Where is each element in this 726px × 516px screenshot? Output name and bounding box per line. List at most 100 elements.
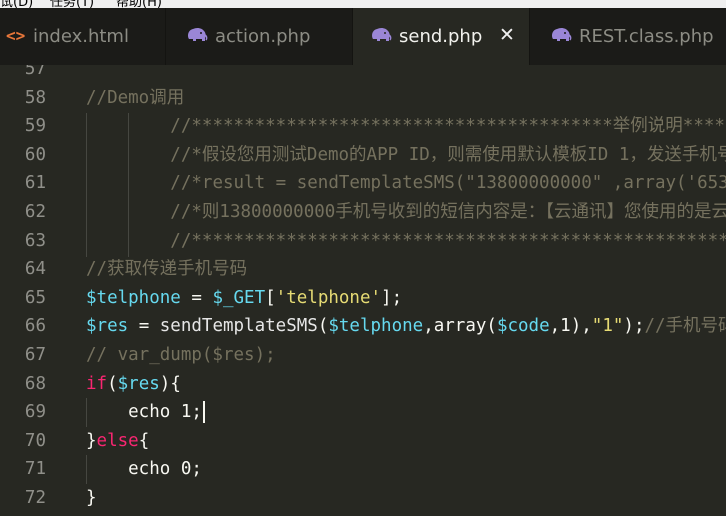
tab-index-html[interactable]: <> index.html [0,8,165,65]
menu-item-debug[interactable]: 试(D) [0,0,33,8]
code-token: // var_dump($res); [86,345,276,365]
code-line[interactable]: 60 //*假设您用测试Demo的APP ID，则需使用默认模板ID 1，发送手… [0,141,726,170]
code-line[interactable]: 61 //*result = sendTemplateSMS("13800000… [0,169,726,198]
code-line[interactable]: 69 echo 1; [0,398,726,427]
code-text: //**************************************… [86,112,725,141]
code-text: } [86,484,97,513]
code-token: $res [86,316,129,337]
line-number: 65 [24,287,46,308]
code-text: //*假设您用测试Demo的APP ID，则需使用默认模板ID 1，发送手机号 [86,141,726,170]
code-token: $telphone [86,287,181,308]
line-number: 66 [24,316,46,337]
php-elephant-icon [188,27,208,41]
code-line[interactable]: 65 $telphone = $_GET['telphone']; [0,284,726,313]
code-token: //手机号码 [644,316,726,337]
line-number: 71 [24,459,46,480]
tab-rest-class-php[interactable]: REST.class.php [530,8,726,65]
code-token: $res [117,373,160,394]
menu-item-help[interactable]: 帮助(H) [116,0,162,8]
code-token: } [86,430,97,451]
code-token: { [138,430,150,451]
line-number: 68 [24,373,46,394]
code-token: //*则13800000000手机号收到的短信内容是：【云通讯】您使用的是云 [170,202,726,222]
line-number: 57 [24,65,46,79]
code-text: echo 1; [86,398,205,427]
code-token: ( [317,316,329,337]
code-line[interactable]: 64 //获取传递手机号码 [0,255,726,284]
code-line[interactable]: 68 if($res){ [0,370,726,399]
code-token: //Demo调用 [86,87,185,108]
code-line[interactable]: 71 echo 0; [0,455,726,484]
tab-send-php[interactable]: send.php ✕ [353,8,529,65]
code-token: = [128,316,160,337]
tab-action-php[interactable]: action.php [166,8,352,65]
code-text: //Demo调用 [86,84,184,113]
code-line[interactable]: 62 //*则13800000000手机号收到的短信内容是：【云通讯】您使用的是… [0,198,726,227]
code-token: //*假设您用测试Demo的APP ID，则需使用默认模板ID 1，发送手机号 [170,144,726,165]
code-text: }else{ [86,427,149,456]
code-token: //**************************************… [170,230,726,251]
code-text: // var_dump($res); [86,341,276,370]
code-token: 'telphone' [275,287,382,308]
code-token: echo 1; [86,402,202,423]
code-text: $res = sendTemplateSMS($telphone,array($… [86,312,726,341]
code-token: [ [265,287,276,308]
code-text: //*result = sendTemplateSMS("13800000000… [86,169,726,198]
code-editor[interactable]: 57 58 //Demo调用 59 //***********************… [0,65,726,516]
tab-label: action.php [215,26,311,47]
php-elephant-icon [552,27,572,41]
code-text: if($res){ [86,370,181,399]
code-token: $code [496,316,550,337]
tab-label: index.html [33,26,129,47]
code-text: echo 0; [86,455,202,484]
code-line[interactable]: 59 //***********************************… [0,112,726,141]
code-token: "1" [591,316,624,337]
code-token: $_GET [212,287,266,308]
code-line[interactable]: 58 //Demo调用 [0,84,726,113]
line-number: 62 [24,202,46,222]
tab-label: send.php [399,26,483,47]
code-line[interactable]: 57 [0,65,726,84]
menu-item-tasks[interactable]: 任务(T) [50,0,94,8]
code-token: ,1), [549,316,592,337]
code-line[interactable]: 70}else{ [0,427,726,456]
code-token: } [86,488,97,508]
code-token: //**************************************… [170,116,725,137]
line-number: 64 [24,259,46,280]
line-number: 58 [24,87,46,108]
text-cursor [202,401,205,424]
tab-bar: <> index.html action.php send.php ✕ REST… [0,8,726,65]
line-number: 61 [24,173,46,194]
code-line[interactable]: 66 $res = sendTemplateSMS($telphone,array… [0,312,726,341]
line-number: 60 [24,144,46,165]
code-token: else [96,430,139,451]
code-token: ]; [381,287,403,308]
code-token: //*result = sendTemplateSMS("13800000000… [170,173,726,194]
tab-label: REST.class.php [579,26,714,47]
line-number: 69 [24,402,46,423]
code-token: sendTemplateSMS [159,316,318,337]
code-token: ,array( [423,316,497,337]
code-text: //*则13800000000手机号收到的短信内容是：【云通讯】您使用的是云 [86,198,726,227]
code-token: //获取传递手机号码 [86,259,248,280]
line-number: 63 [24,230,46,251]
line-number: 67 [24,345,46,365]
code-token: ( [107,373,118,394]
code-token: if [86,373,108,394]
code-token: echo 0; [86,459,202,480]
html-code-icon: <> [6,26,26,45]
code-token: ); [623,316,645,337]
code-text: //**************************************… [86,227,726,256]
code-line[interactable]: 72} [0,484,726,513]
code-line[interactable]: 67 // var_dump($res); [0,341,726,370]
menu-bar: 试(D) 任务(T) 帮助(H) [0,0,726,8]
php-elephant-icon [372,27,392,41]
code-line[interactable]: 63 //***********************************… [0,227,726,256]
code-token: ){ [159,373,181,394]
close-icon[interactable]: ✕ [499,24,515,46]
